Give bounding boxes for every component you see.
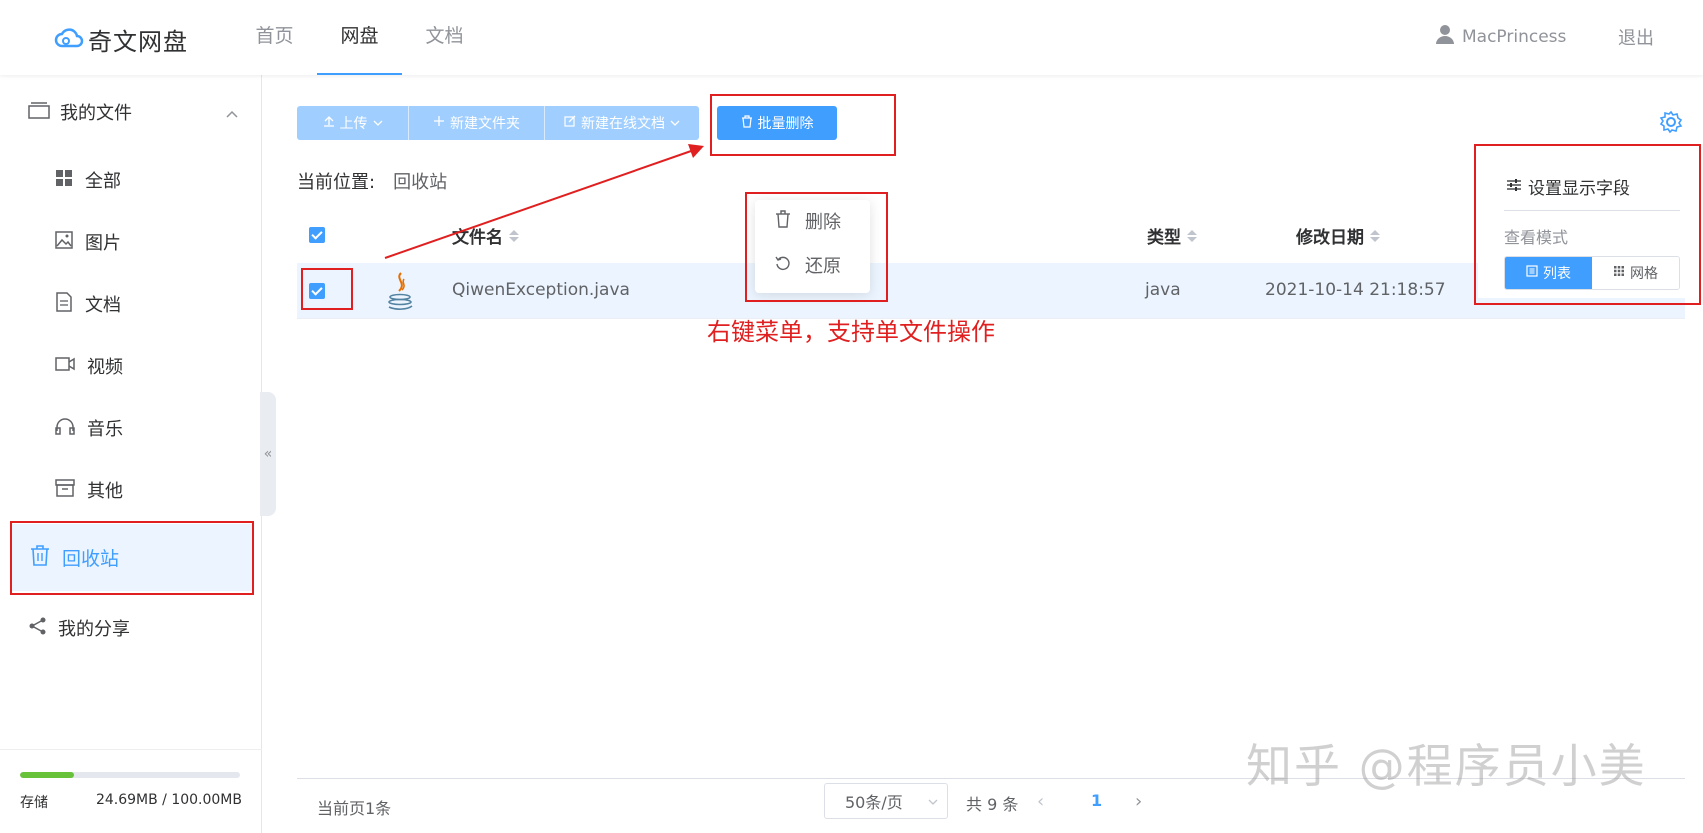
nav-netdisk[interactable]: 网盘 bbox=[317, 0, 402, 75]
column-header-date[interactable]: 修改日期 bbox=[1296, 223, 1380, 248]
storage-label: 存储 bbox=[20, 795, 48, 811]
file-name[interactable]: QiwenException.java bbox=[452, 280, 630, 300]
storage-progress-bar bbox=[20, 772, 240, 778]
upload-button[interactable]: 上传 bbox=[297, 106, 409, 140]
column-header-label: 类型 bbox=[1147, 228, 1181, 248]
double-chevron-left-icon: « bbox=[263, 446, 273, 462]
chevron-down-icon bbox=[927, 793, 939, 812]
upload-icon bbox=[323, 115, 335, 131]
sidebar-item-label: 图片 bbox=[85, 233, 121, 254]
sort-icon bbox=[509, 229, 519, 242]
share-icon bbox=[28, 617, 48, 640]
file-type: java bbox=[1145, 280, 1181, 300]
sidebar-item-images[interactable]: 图片 bbox=[55, 229, 121, 255]
grid-icon bbox=[55, 169, 73, 192]
sidebar-item-docs[interactable]: 文档 bbox=[55, 291, 121, 317]
logout-link[interactable]: 退出 bbox=[1618, 24, 1654, 50]
edit-icon bbox=[564, 115, 576, 131]
sidebar-item-share[interactable]: 我的分享 bbox=[28, 615, 130, 641]
breadcrumb-label: 当前位置: bbox=[297, 172, 376, 193]
headphones-icon bbox=[55, 417, 75, 440]
column-header-label: 文件名 bbox=[452, 228, 503, 248]
toolbar: 上传 新建文件夹 新建在线文档 bbox=[297, 106, 699, 140]
sidebar-item-label: 全部 bbox=[85, 171, 121, 192]
column-header-name[interactable]: 文件名 bbox=[452, 223, 519, 248]
breadcrumb-current[interactable]: 回收站 bbox=[393, 172, 447, 193]
sidebar-collapse-handle[interactable]: « bbox=[260, 392, 276, 516]
storage-value: 24.69MB / 100.00MB bbox=[95, 792, 242, 808]
annotation-box-context-menu bbox=[745, 192, 888, 302]
image-icon bbox=[55, 230, 73, 254]
top-header: 奇文网盘 首页 网盘 文档 MacPrincess 退出 bbox=[0, 0, 1703, 75]
nav-home[interactable]: 首页 bbox=[232, 0, 317, 75]
app-root: 奇文网盘 首页 网盘 文档 MacPrincess 退出 我的文件 全部 图片 … bbox=[0, 0, 1703, 833]
gear-icon[interactable] bbox=[1659, 110, 1683, 138]
annotation-box-recycle-bin bbox=[10, 521, 254, 595]
user-menu[interactable]: MacPrincess bbox=[1436, 24, 1566, 49]
storage-panel: 存储 24.69MB / 100.00MB bbox=[0, 749, 262, 833]
plus-icon bbox=[433, 115, 445, 131]
sidebar-my-files[interactable]: 我的文件 bbox=[28, 99, 238, 125]
chevron-up-icon bbox=[226, 102, 238, 123]
sidebar-item-videos[interactable]: 视频 bbox=[55, 353, 123, 379]
sidebar-item-music[interactable]: 音乐 bbox=[55, 415, 123, 441]
sidebar-item-all[interactable]: 全部 bbox=[55, 167, 121, 193]
upload-label: 上传 bbox=[339, 116, 368, 132]
annotation-box-view-settings bbox=[1474, 144, 1701, 305]
sidebar-item-label: 文档 bbox=[85, 295, 121, 316]
nav-docs[interactable]: 文档 bbox=[402, 0, 487, 75]
user-icon bbox=[1436, 24, 1454, 49]
new-folder-button[interactable]: 新建文件夹 bbox=[409, 106, 545, 140]
java-file-icon bbox=[385, 271, 415, 315]
new-folder-label: 新建文件夹 bbox=[450, 116, 520, 132]
select-all-checkbox[interactable] bbox=[309, 227, 325, 243]
total-count: 共 9 条 bbox=[966, 795, 1019, 814]
sidebar-item-label: 我的分享 bbox=[58, 619, 130, 640]
document-icon bbox=[55, 291, 73, 317]
chevron-down-icon bbox=[373, 115, 383, 131]
logo-text: 奇文网盘 bbox=[88, 28, 188, 56]
next-page-button[interactable]: › bbox=[1135, 791, 1142, 812]
sort-icon bbox=[1370, 229, 1380, 242]
storage-progress-fill bbox=[20, 772, 75, 778]
folder-icon bbox=[28, 101, 50, 124]
column-header-label: 修改日期 bbox=[1296, 228, 1364, 248]
new-online-doc-label: 新建在线文档 bbox=[581, 116, 665, 132]
page-size-value: 50条/页 bbox=[845, 793, 903, 812]
sidebar-my-files-label: 我的文件 bbox=[60, 103, 132, 124]
username: MacPrincess bbox=[1462, 26, 1567, 47]
breadcrumb: 当前位置: 回收站 bbox=[297, 168, 447, 194]
page-size-select[interactable]: 50条/页 bbox=[824, 783, 948, 819]
main-nav: 首页 网盘 文档 bbox=[232, 0, 487, 75]
column-header-type[interactable]: 类型 bbox=[1147, 223, 1197, 248]
logo[interactable]: 奇文网盘 bbox=[54, 22, 188, 57]
file-date: 2021-10-14 21:18:57 bbox=[1265, 280, 1446, 300]
annotation-text: 右键菜单，支持单文件操作 bbox=[707, 318, 995, 346]
sidebar: 我的文件 全部 图片 文档 视频 音乐 其他 回收站 我的分享 存储 24.69… bbox=[0, 75, 262, 833]
sidebar-item-label: 视频 bbox=[87, 357, 123, 378]
sidebar-item-label: 音乐 bbox=[87, 419, 123, 440]
sidebar-item-label: 其他 bbox=[87, 481, 123, 502]
new-online-doc-button[interactable]: 新建在线文档 bbox=[545, 106, 699, 140]
annotation-box-batch-delete bbox=[710, 94, 896, 156]
current-page-count: 当前页1条 bbox=[317, 799, 392, 818]
sort-icon bbox=[1187, 229, 1197, 242]
prev-page-button[interactable]: ‹ bbox=[1037, 791, 1044, 812]
watermark: 知乎 @程序员小美 bbox=[1246, 739, 1647, 793]
video-icon bbox=[55, 356, 75, 377]
annotation-box-row-checkbox bbox=[301, 268, 353, 310]
archive-icon bbox=[55, 478, 75, 502]
chevron-down-icon bbox=[670, 115, 680, 131]
cloud-logo-icon bbox=[54, 26, 84, 54]
sidebar-item-other[interactable]: 其他 bbox=[55, 477, 123, 503]
page-number-1[interactable]: 1 bbox=[1091, 791, 1102, 810]
